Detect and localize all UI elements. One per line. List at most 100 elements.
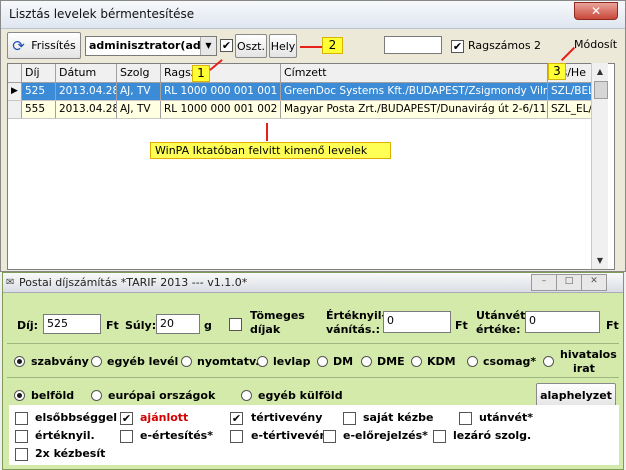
radio-belfold[interactable] <box>14 390 25 401</box>
refresh-label: Frissítés <box>31 39 76 52</box>
type-szabvany: szabvány <box>31 355 89 368</box>
window-titlebar[interactable]: Lisztás levelek bérmentesítése ✕ <box>1 1 625 29</box>
col-szolg[interactable]: Szolg <box>117 64 161 82</box>
col-dij[interactable]: Díj <box>22 64 56 82</box>
letters-table: Díj Dátum Szolg Ragsz Címzett ...s/He ▶ … <box>7 63 615 270</box>
table-header: Díj Dátum Szolg Ragsz Címzett ...s/He <box>8 64 600 83</box>
zone-belfold: belföld <box>31 389 75 402</box>
hely-button[interactable]: Hely <box>269 34 297 58</box>
opt-elsobbseggel: elsőbbséggel <box>35 411 118 424</box>
e-tertiveveny-checkbox[interactable] <box>230 430 243 443</box>
callout-label: WinPA Iktatóban felvitt kimenő levelek <box>150 142 391 159</box>
type-levlap: levlap <box>273 355 311 368</box>
minimize-icon[interactable]: – <box>531 274 557 291</box>
arrow-4 <box>266 123 268 141</box>
opt-erteknyil: értéknyil. <box>35 429 95 442</box>
badge-2: 2 <box>322 37 343 54</box>
row-indicator-header <box>8 64 22 82</box>
ertek-field[interactable]: 0 <box>383 311 451 333</box>
type-irat: irat <box>573 362 595 375</box>
radio-szabvany[interactable] <box>14 356 25 367</box>
sajat-kezbe-checkbox[interactable] <box>343 412 356 425</box>
utanvet-checkbox[interactable] <box>459 412 472 425</box>
cell-cimzett: Magyar Posta Zrt./BUDAPEST/Dunavirág út … <box>281 101 548 118</box>
row-pointer-icon: ▶ <box>8 83 22 100</box>
row-indicator <box>8 101 22 118</box>
chevron-down-icon[interactable]: ▼ <box>200 37 216 55</box>
ajanlott-checkbox[interactable]: ✔ <box>120 412 133 425</box>
number-input[interactable] <box>384 36 442 54</box>
radio-egyeb-kulfold[interactable] <box>241 390 252 401</box>
type-hivatalos: hivatalos <box>560 348 617 361</box>
radio-dm[interactable] <box>317 356 328 367</box>
tomeges-line2: díjak <box>250 323 281 336</box>
ragszamos-checkbox[interactable]: ✔ <box>451 40 464 53</box>
scroll-down-icon[interactable]: ▼ <box>592 252 608 269</box>
cell-szolg: AJ, TV <box>117 83 161 100</box>
erteknyil-checkbox[interactable] <box>15 430 28 443</box>
lezaro-checkbox[interactable] <box>433 430 446 443</box>
elsobbseggel-checkbox[interactable] <box>15 412 28 425</box>
tarif-window: ✉ Postai díjszámítás *TARIF 2013 --- v1.… <box>2 272 624 470</box>
col-datum[interactable]: Dátum <box>56 64 117 82</box>
utanvet-unit: Ft <box>606 319 619 332</box>
opt-tertiveveny: tértivevény <box>251 411 323 424</box>
badge-3: 3 <box>548 63 566 80</box>
levelek-window: Lisztás levelek bérmentesítése ✕ ⟳ Friss… <box>0 0 626 272</box>
oszt-button[interactable]: Oszt. <box>235 34 267 58</box>
user-select[interactable]: adminisztrator(admi ▼ <box>85 36 217 56</box>
refresh-button[interactable]: ⟳ Frissítés <box>7 32 81 59</box>
col-ragszam[interactable]: Ragsz <box>161 64 281 82</box>
tomeges-checkbox[interactable] <box>229 318 242 331</box>
radio-nyomtatv[interactable] <box>181 356 192 367</box>
vertical-scrollbar[interactable]: ▲ ▼ <box>591 63 608 269</box>
zone-egyeb-kulfold: egyéb külföld <box>258 389 343 402</box>
maximize-icon[interactable]: □ <box>556 274 582 291</box>
utanvet-field[interactable]: 0 <box>525 311 600 333</box>
dij-label: Díj: <box>17 319 39 332</box>
refresh-icon: ⟳ <box>12 36 25 55</box>
type-egyeb-level: egyéb levél <box>107 355 179 368</box>
dij-field[interactable]: 525 <box>43 314 101 334</box>
radio-csomag[interactable] <box>467 356 478 367</box>
radio-levlap[interactable] <box>257 356 268 367</box>
badge-1: 1 <box>192 65 210 82</box>
utanvet-line1: Utánvét <box>476 309 526 322</box>
cell-ragszam: RL 1000 000 001 002 7 <box>161 101 281 118</box>
close-icon[interactable]: ✕ <box>581 274 607 291</box>
tomeges-line1: Tömeges <box>250 309 305 322</box>
radio-egyeb-level[interactable] <box>91 356 102 367</box>
alaphelyzet-button[interactable]: alaphelyzet <box>536 383 616 407</box>
col-cimzett[interactable]: Címzett <box>281 64 548 82</box>
app-icon: ✉ <box>6 277 15 288</box>
close-button[interactable]: ✕ <box>574 2 618 20</box>
options-panel: elsőbbséggel ✔ ajánlott ✔ tértivevény sa… <box>9 405 619 465</box>
divider <box>7 343 619 344</box>
radio-europai[interactable] <box>91 390 102 401</box>
type-kdm: KDM <box>427 355 456 368</box>
e-ertesites-checkbox[interactable] <box>120 430 133 443</box>
table-row[interactable]: ▶ 525 2013.04.28 AJ, TV RL 1000 000 001 … <box>8 83 600 101</box>
radio-kdm[interactable] <box>411 356 422 367</box>
scroll-thumb[interactable] <box>594 81 608 99</box>
tertiveveny-checkbox[interactable]: ✔ <box>230 412 243 425</box>
table-row[interactable]: 555 2013.04.28 AJ, TV RL 1000 000 001 00… <box>8 101 600 119</box>
e-elorejelzes-checkbox[interactable] <box>323 430 336 443</box>
tarif-titlebar[interactable]: ✉ Postai díjszámítás *TARIF 2013 --- v1.… <box>3 273 623 293</box>
radio-hivatalos-irat[interactable] <box>543 356 554 367</box>
opt-e-tertiveveny: e-tértivevény <box>251 429 335 442</box>
ketszer-kezbesit-checkbox[interactable] <box>15 448 28 461</box>
zone-europai: európai országok <box>108 389 216 402</box>
suly-field[interactable]: 20 <box>156 314 200 334</box>
opt-sajat-kezbe: saját kézbe <box>363 411 434 424</box>
suly-label: Súly: <box>125 319 157 332</box>
opt-e-ertesites: e-értesítés* <box>140 429 213 442</box>
suly-unit: g <box>204 319 212 332</box>
oszt-checkbox[interactable]: ✔ <box>220 39 233 52</box>
type-dm: DM <box>333 355 354 368</box>
modosit-link[interactable]: Módosít <box>574 38 617 51</box>
radio-dme[interactable] <box>361 356 372 367</box>
scroll-up-icon[interactable]: ▲ <box>592 63 608 80</box>
window-title: Lisztás levelek bérmentesítése <box>9 7 195 21</box>
type-nyomtatv: nyomtatv. <box>197 355 260 368</box>
